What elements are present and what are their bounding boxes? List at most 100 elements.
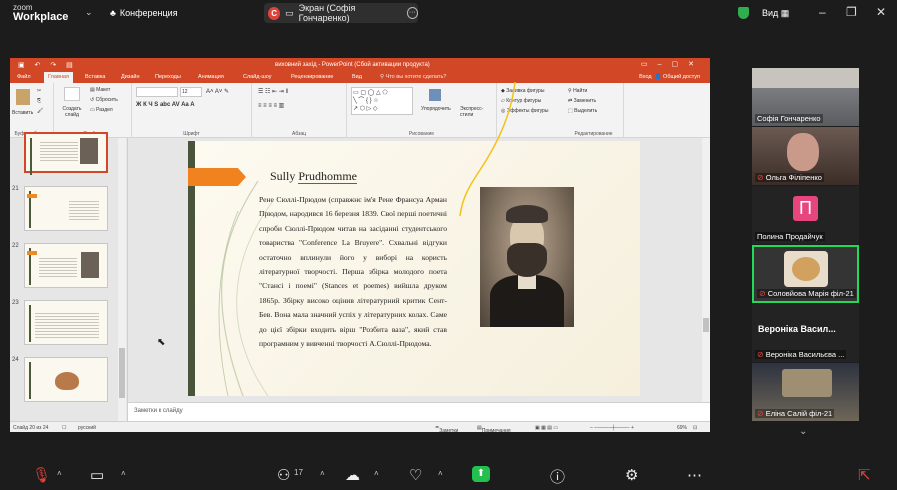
tab-design[interactable]: Дизайн bbox=[121, 74, 140, 80]
chevron-down-icon[interactable]: ⌄ bbox=[85, 7, 93, 18]
reactions-icon[interactable]: ♡ bbox=[409, 466, 422, 484]
sign-in-link[interactable]: Вход bbox=[639, 74, 651, 80]
shapes-gallery[interactable]: ▭ ▢ ◯ △ ⬠ ╲ ⌒ { } ☆ ↗ ⬡ ▷ ◇ bbox=[351, 87, 413, 115]
format-painter-icon[interactable]: 🖌 bbox=[37, 108, 43, 114]
more-options-icon[interactable]: ··· bbox=[406, 7, 418, 19]
tab-slideshow[interactable]: Слайд-шоу bbox=[243, 74, 272, 80]
font-grow-icons[interactable]: A˄ A˅ ✎ bbox=[206, 88, 229, 95]
thumb-text-lines bbox=[40, 140, 78, 162]
thumbnail-row[interactable]: 23 bbox=[10, 300, 120, 350]
slide-thumbnail[interactable] bbox=[24, 357, 108, 402]
slide-thumbnail[interactable] bbox=[24, 186, 108, 231]
cut-icon[interactable]: ✂ bbox=[37, 88, 41, 94]
video-icon[interactable]: ▭ bbox=[90, 466, 104, 484]
account-area[interactable]: Вход 👤 Общий доступ bbox=[639, 74, 700, 80]
reset-button[interactable]: ↺ Сбросить bbox=[90, 97, 118, 103]
thumbnail-row[interactable]: 24 bbox=[10, 357, 120, 407]
font-format-buttons[interactable]: Ж К Ч S abc AV Aa A bbox=[136, 102, 195, 108]
thumbnail-scrollbar[interactable] bbox=[118, 138, 126, 421]
tell-me-box[interactable]: ⚲ Что вы хотите сделать? bbox=[380, 74, 446, 80]
replace-button[interactable]: ⇄ Заменить bbox=[568, 98, 596, 104]
font-name-box[interactable] bbox=[136, 87, 178, 97]
tab-animation[interactable]: Анимация bbox=[198, 74, 224, 80]
tab-home[interactable]: Главная bbox=[44, 72, 73, 83]
slide-title[interactable]: Sully Prudhomme bbox=[270, 169, 358, 184]
mic-off-icon[interactable]: 🎙 bbox=[32, 466, 51, 484]
section-button[interactable]: ▭ Раздел bbox=[90, 107, 113, 113]
copy-icon[interactable]: ⎘ bbox=[37, 98, 41, 104]
participants-options-icon[interactable]: ˄ bbox=[320, 469, 325, 478]
share-screen-icon[interactable]: ⬆ bbox=[472, 466, 490, 482]
thumbnail-row[interactable]: 21 bbox=[10, 186, 120, 236]
close-icon[interactable]: ✕ bbox=[876, 5, 886, 19]
font-size-box[interactable]: 12 bbox=[180, 87, 202, 97]
find-button[interactable]: ⚲ Найти bbox=[568, 88, 587, 94]
leave-icon[interactable]: ⇱ bbox=[858, 466, 871, 484]
chat-icon[interactable]: ☁ bbox=[345, 466, 360, 484]
ppt-menu-tabs: Файл Главная Вставка Дизайн Переходы Ани… bbox=[10, 72, 710, 83]
apps-icon[interactable]: ⚙ bbox=[625, 466, 638, 484]
chat-options-icon[interactable]: ˄ bbox=[374, 469, 379, 478]
thumbnail-scroll-knob[interactable] bbox=[119, 348, 125, 398]
participant-name-text: Софія Гончаренко bbox=[757, 114, 821, 123]
ppt-window-controls[interactable]: ▭–▢✕ bbox=[641, 60, 704, 68]
view-button[interactable]: Вид ▦ bbox=[762, 8, 789, 19]
slide-thumbnail[interactable] bbox=[24, 132, 108, 175]
ribbon-group-font: 12 A˄ A˅ ✎ Ж К Ч S abc AV Aa A Шрифт bbox=[132, 83, 252, 138]
security-shield-icon[interactable] bbox=[738, 7, 749, 19]
participant-tile[interactable]: ⊘ Еліна Салій філ-21 bbox=[752, 363, 859, 421]
audio-options-icon[interactable]: ˄ bbox=[57, 469, 62, 478]
list-buttons[interactable]: ☰ ☷ ⇤ ⇥ ‖ bbox=[258, 88, 288, 95]
thumbnail-row[interactable]: 22 bbox=[10, 243, 120, 293]
thumb-text-lines bbox=[35, 311, 99, 339]
more-icon[interactable]: ⋯ bbox=[687, 466, 702, 484]
zoom-slider[interactable]: – ─────┼──── + bbox=[590, 425, 634, 431]
paste-icon[interactable] bbox=[16, 89, 30, 105]
people-icon: ♣ bbox=[110, 8, 116, 18]
current-slide[interactable]: Sully Prudhomme Рене Сюллі-Прюдом (справ… bbox=[188, 141, 640, 396]
tab-view[interactable]: Вид bbox=[352, 74, 362, 80]
paste-button[interactable]: Вставить bbox=[12, 110, 33, 116]
notes-toggle[interactable]: ≐ Заметки bbox=[435, 425, 458, 434]
tab-insert[interactable]: Вставка bbox=[85, 74, 105, 80]
tab-file[interactable]: Файл bbox=[17, 74, 31, 80]
slide-scroll-knob[interactable] bbox=[703, 318, 709, 332]
align-buttons[interactable]: ≡ ≡ ≡ ≡ ▥ bbox=[258, 102, 284, 109]
ribbon-group-clipboard: Вставить ✂ ⎘ 🖌 Буфер обмена bbox=[10, 83, 54, 138]
slide-scrollbar[interactable] bbox=[702, 138, 710, 402]
reactions-options-icon[interactable]: ˄ bbox=[438, 469, 443, 478]
comments-toggle[interactable]: ▤ Примечания bbox=[477, 425, 511, 434]
participant-tile[interactable]: П Полина Продайчук bbox=[752, 186, 859, 244]
tab-review[interactable]: Рецензирование bbox=[291, 74, 333, 80]
view-buttons[interactable]: ▣ ▦ ▤ ▭ bbox=[535, 425, 558, 431]
participant-tile[interactable]: Софія Гончаренко bbox=[752, 68, 859, 126]
participant-tile[interactable]: ⊘ Ольга Філіпенко bbox=[752, 127, 859, 185]
meeting-info-button[interactable]: ♣ Конференция bbox=[110, 8, 178, 18]
language-indicator[interactable]: русский bbox=[78, 425, 96, 431]
slide-thumbnail[interactable] bbox=[24, 300, 108, 345]
layout-button[interactable]: ▤ Макет bbox=[90, 87, 110, 93]
slide-body-text[interactable]: Рене Сюллі-Прюдом (справжнє ім'я Рене Фр… bbox=[259, 193, 447, 351]
participant-tile-active[interactable]: ⊘ Соловйова Марія філ-21 bbox=[752, 245, 859, 303]
maximize-icon[interactable]: ❐ bbox=[846, 5, 857, 19]
participant-tile[interactable]: Вероніка Васил... ⊘ Вероніка Васильєва ..… bbox=[752, 304, 859, 362]
screen-share-indicator[interactable]: С ▭ Экран (Софія Гончаренко) ··· bbox=[264, 3, 418, 23]
info-icon[interactable]: ⓘ bbox=[550, 466, 565, 487]
thumbnail-row[interactable] bbox=[10, 132, 120, 188]
new-slide-button[interactable]: Создать слайд bbox=[60, 106, 84, 118]
ribbon: Вставить ✂ ⎘ 🖌 Буфер обмена Создать слай… bbox=[10, 83, 710, 138]
video-options-icon[interactable]: ˄ bbox=[121, 469, 126, 478]
quick-access-toolbar[interactable]: ▣ ↶ ↷ ▤ bbox=[18, 61, 77, 69]
select-button[interactable]: ⬚ Выделить bbox=[568, 108, 597, 114]
notes-pane[interactable]: Заметки к слайду bbox=[128, 402, 710, 421]
tab-transitions[interactable]: Переходы bbox=[155, 74, 181, 80]
chevron-down-icon[interactable]: ⌄ bbox=[799, 426, 807, 437]
participants-icon[interactable]: ⚇ bbox=[277, 466, 290, 484]
fit-slide-icon[interactable]: ⊡ bbox=[693, 425, 697, 431]
spellcheck-icon[interactable]: ☐ bbox=[62, 425, 66, 431]
zoom-level[interactable]: 69% bbox=[677, 425, 687, 431]
slide-thumbnail[interactable] bbox=[24, 243, 108, 288]
minimize-icon[interactable]: – bbox=[819, 5, 826, 19]
new-slide-icon[interactable] bbox=[64, 87, 80, 101]
share-link[interactable]: Общий доступ bbox=[663, 74, 700, 80]
